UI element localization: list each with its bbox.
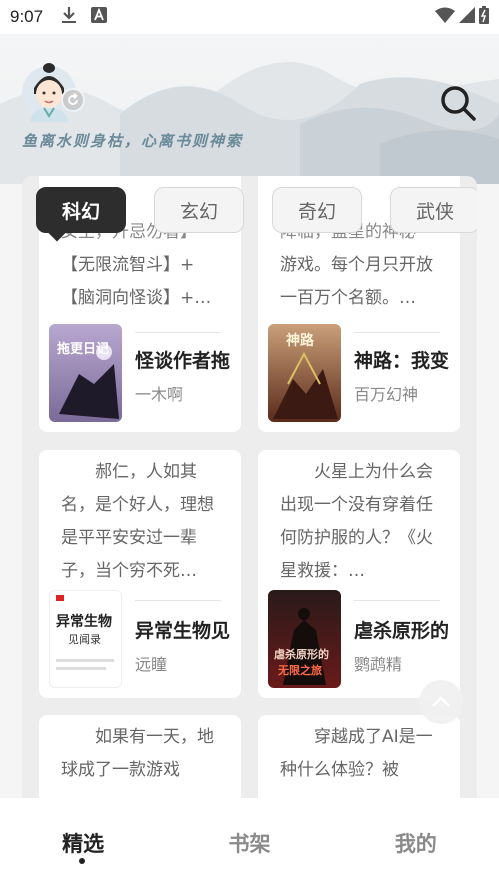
book-title: 怪谈作者拖 (135, 350, 231, 372)
active-indicator-dot (79, 858, 86, 864)
book-cover-title: 异常生物 (56, 614, 112, 630)
signal-icon (459, 7, 475, 27)
cover-text-line (56, 667, 106, 670)
book-desc: 【无限流智斗】+【脑洞向怪谈】+… (61, 255, 212, 308)
search-icon[interactable] (439, 84, 477, 122)
divider (135, 332, 221, 333)
book-cover: 异常生物 见闻录 (49, 590, 122, 688)
book-cover: 神路 (268, 324, 341, 422)
status-time: 9:07 (10, 7, 44, 26)
book-desc: 火星上为什么会出现一个没有穿着任何防护服的人？《火星救援：… (280, 462, 433, 581)
book-cover-title: 虐杀原形的 (274, 648, 329, 661)
tab-qihuan[interactable]: 奇幻 (272, 187, 362, 233)
divider (354, 600, 440, 601)
book-cover-subtitle: 见闻录 (68, 633, 101, 646)
nav-mine[interactable]: 我的 (356, 828, 476, 858)
slogan: 鱼离水则身枯，心离书则神索 (22, 132, 244, 150)
book-grid: 女主，升忌勿看】 【无限流智斗】+【脑洞向怪谈】+… 拖更日记 怪谈作者拖 一木… (22, 176, 477, 798)
book-cover: 虐杀原形的 无限之旅 (268, 590, 341, 688)
book-desc: 穿越成了AI是一种什么体验？被 (280, 727, 433, 780)
download-icon (61, 6, 77, 28)
nav-featured[interactable]: 精选 (23, 828, 143, 864)
chevron-up-icon (432, 696, 450, 707)
book-author: 鹦鹉精 (354, 655, 403, 674)
category-tabs: 科幻 玄幻 奇幻 武侠 (36, 187, 477, 233)
book-card[interactable]: 穿越成了AI是一种什么体验？被 (258, 715, 460, 798)
book-cover-subtitle: 无限之旅 (278, 664, 322, 677)
tab-xuanhuan[interactable]: 玄幻 (154, 187, 244, 233)
book-cover-title: 神路 (286, 333, 314, 349)
book-feed[interactable]: 科幻 玄幻 奇幻 武侠 女主，升忌勿看】 【无限流智斗】+【脑洞向怪谈】+… 拖… (22, 176, 477, 798)
nav-featured-label: 精选 (62, 832, 105, 856)
battery-icon (479, 6, 489, 28)
tab-wuxia[interactable]: 武侠 (390, 187, 477, 233)
book-desc: 郝仁，人如其名，是个好人，理想是平平安安过一辈子，当个穷不死… (61, 462, 214, 581)
nav-bookshelf[interactable]: 书架 (189, 828, 309, 858)
divider (135, 600, 221, 601)
book-title: 虐杀原形的 (354, 620, 450, 642)
tab-kehuan[interactable]: 科幻 (36, 187, 126, 233)
book-desc: 游戏。每个月只开放一百万个名额。… (280, 255, 433, 308)
nav-mine-label: 我的 (394, 832, 437, 856)
header: 鱼离水则身枯，心离书则神索 (0, 34, 499, 184)
bottom-nav: 精选 书架 我的 (0, 798, 499, 888)
book-title: 神路：我变 (354, 350, 450, 372)
nav-bookshelf-label: 书架 (228, 832, 271, 856)
book-desc: 如果有一天，地球成了一款游戏 (61, 727, 214, 780)
book-title: 异常生物见 (135, 620, 231, 642)
book-cover: 拖更日记 (49, 324, 122, 422)
status-bar: 9:07 (0, 0, 499, 34)
wifi-icon (435, 7, 455, 27)
publisher-mark (56, 595, 64, 601)
book-card[interactable]: 郝仁，人如其名，是个好人，理想是平平安安过一辈子，当个穷不死… 异常生物 见闻录… (39, 450, 241, 698)
refresh-icon[interactable] (61, 88, 85, 112)
book-card[interactable]: 火星上为什么会出现一个没有穿着任何防护服的人？《火星救援：… 虐杀原形的 无限之… (258, 450, 460, 698)
book-author: 远瞳 (135, 655, 168, 674)
book-author: 百万幻神 (354, 385, 419, 404)
cover-text-line (56, 659, 114, 662)
divider (354, 332, 440, 333)
book-cover-title: 拖更日记 (57, 342, 110, 357)
book-author: 一木啊 (135, 385, 184, 404)
scroll-to-top-button[interactable] (419, 680, 463, 724)
a-notification-icon (91, 7, 108, 27)
book-card[interactable]: 如果有一天，地球成了一款游戏 (39, 715, 241, 798)
